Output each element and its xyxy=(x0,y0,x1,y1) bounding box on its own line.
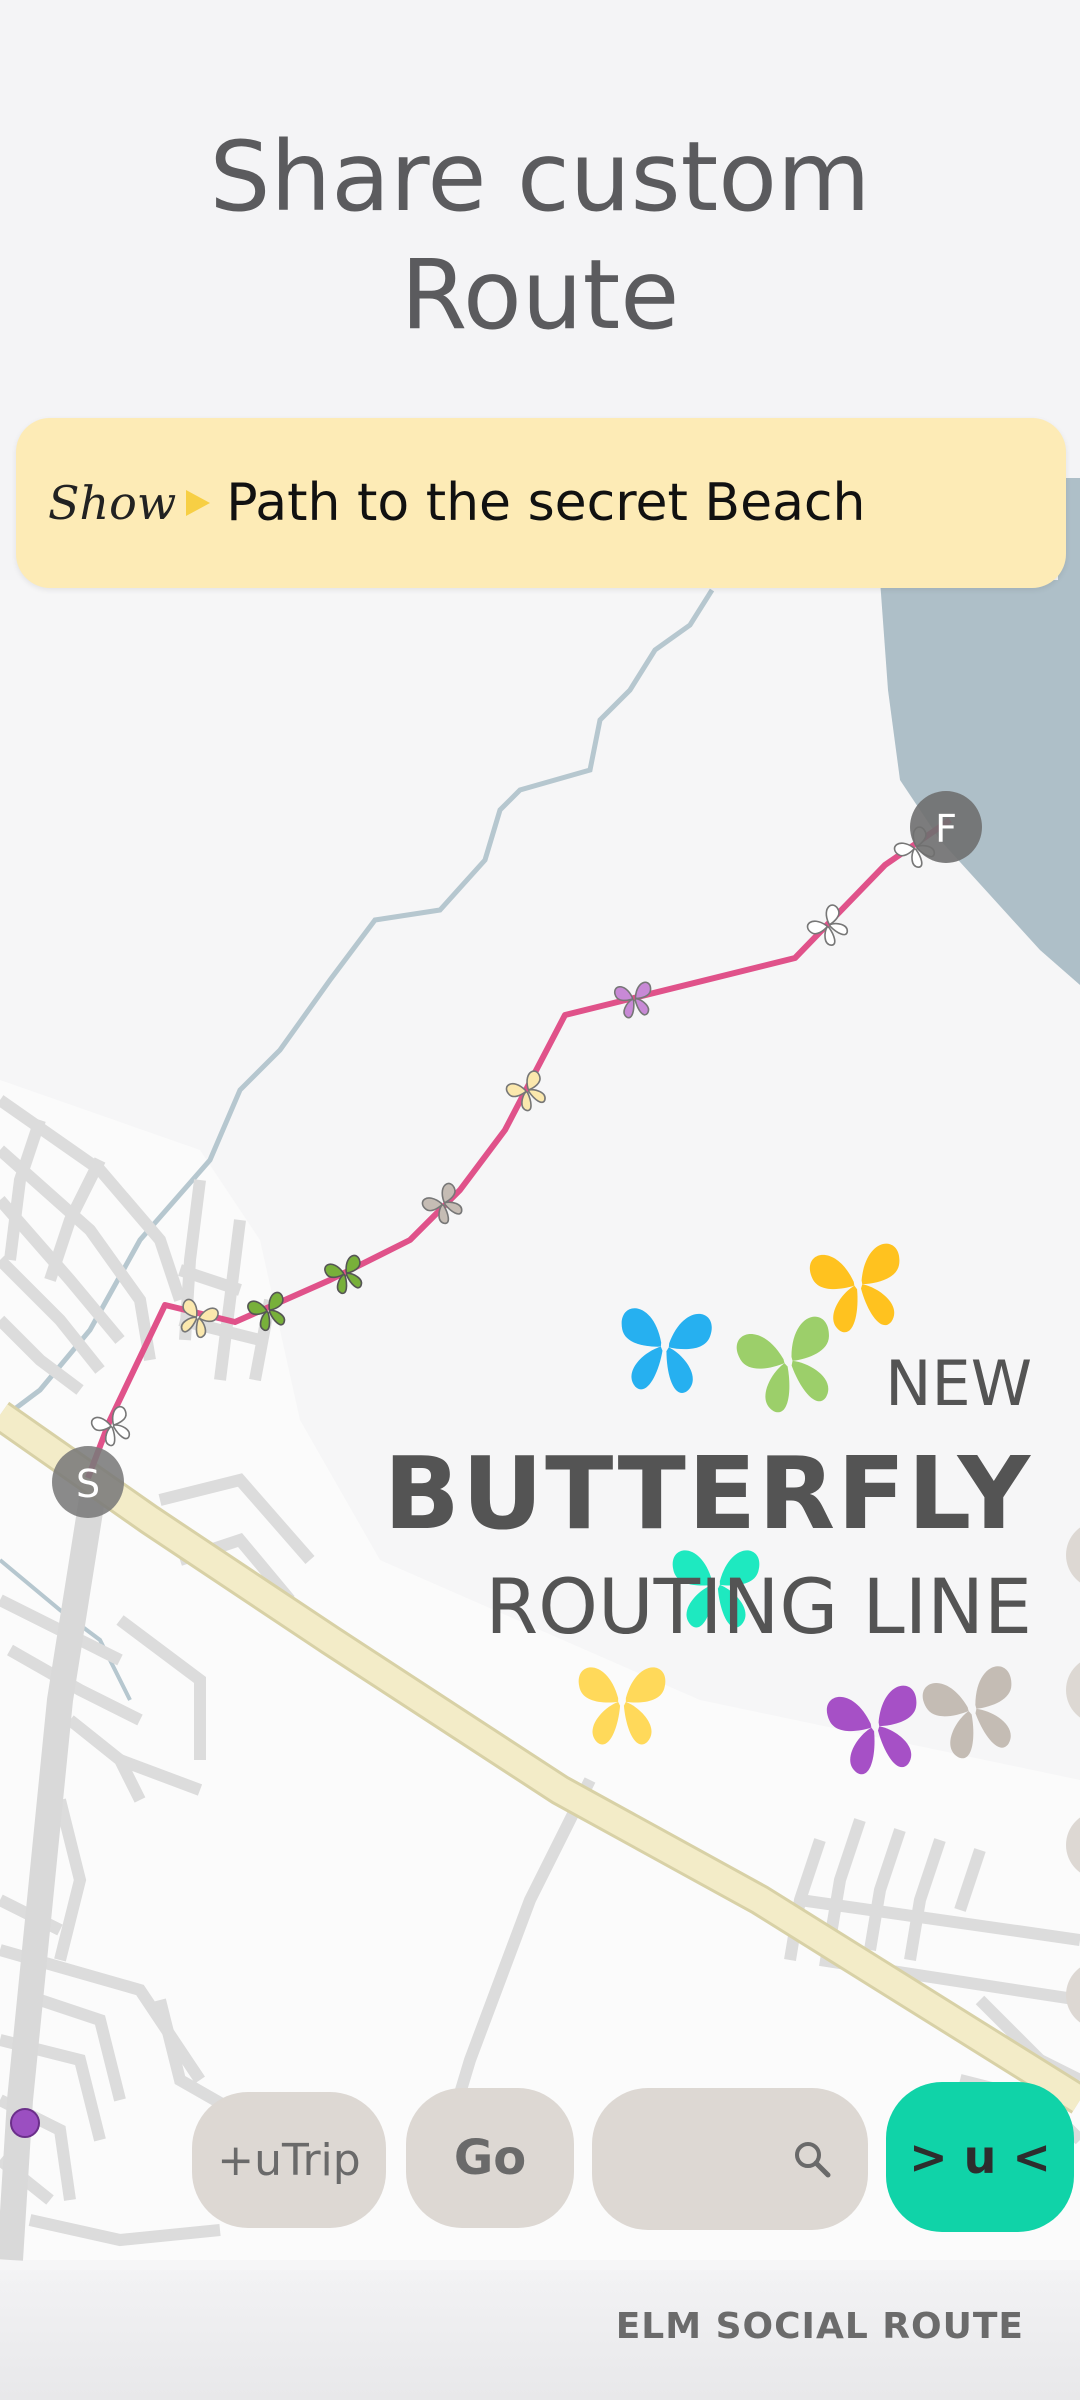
footer-label: ELM SOCIAL ROUTE xyxy=(615,2306,1024,2347)
title-line-1: Share custom xyxy=(209,121,871,233)
action-button[interactable]: > u < xyxy=(886,2082,1074,2232)
promo-subtitle: ROUTING LINE xyxy=(485,1562,1032,1651)
title-line-2: Route xyxy=(400,239,680,351)
add-trip-button[interactable]: +uTrip xyxy=(192,2092,386,2228)
play-triangle-icon xyxy=(186,490,211,516)
go-button[interactable]: Go xyxy=(406,2088,574,2228)
search-button[interactable] xyxy=(592,2088,868,2230)
finish-marker-label: F xyxy=(935,807,957,851)
promo-new: NEW xyxy=(885,1347,1032,1420)
page-title: Share custom Route xyxy=(0,118,1080,354)
start-marker[interactable]: S xyxy=(52,1446,124,1518)
route-name: Path to the secret Beach xyxy=(226,473,866,533)
promo-title: BUTTERFLY xyxy=(383,1435,1032,1552)
search-icon xyxy=(795,2142,831,2178)
show-label: Show xyxy=(48,476,177,530)
map-canvas[interactable]: S F xyxy=(0,0,1080,2400)
footer: ELM SOCIAL ROUTE xyxy=(0,2270,1080,2400)
start-marker-label: S xyxy=(76,1462,100,1506)
bottom-toolbar: +uTrip Go > u < xyxy=(0,2080,1080,2250)
finish-marker[interactable]: F xyxy=(910,791,982,863)
route-banner[interactable]: Show Path to the secret Beach xyxy=(16,418,1066,588)
